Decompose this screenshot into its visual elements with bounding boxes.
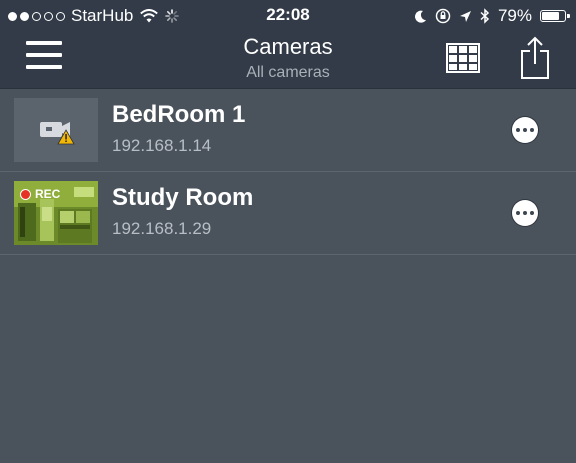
share-button[interactable] (519, 36, 551, 80)
camera-row[interactable]: BedRoom 1 192.168.1.14 (0, 89, 576, 172)
share-icon (521, 36, 549, 79)
grid-view-button[interactable] (446, 43, 480, 73)
location-icon (459, 10, 471, 22)
grid-icon (446, 43, 480, 73)
record-dot-icon (20, 188, 31, 200)
rec-text: REC (35, 187, 61, 201)
navigation-bar: Cameras All cameras (0, 30, 576, 89)
do-not-disturb-icon (414, 10, 426, 23)
battery-percentage: 79% (497, 6, 532, 25)
status-bar: StarHub 22:08 79% (0, 0, 576, 30)
more-options-button[interactable] (512, 117, 538, 143)
camera-list: BedRoom 1 192.168.1.14 REC Study Room 19… (0, 89, 576, 255)
rotation-lock-icon (435, 8, 451, 24)
camera-name: Study Room (112, 184, 254, 211)
page-subtitle: All cameras (246, 64, 330, 81)
battery-icon (540, 10, 570, 22)
ellipsis-icon (516, 128, 520, 132)
status-right: 79% (414, 6, 570, 26)
camera-row[interactable]: REC Study Room 192.168.1.29 (0, 172, 576, 255)
recording-indicator: REC (20, 187, 60, 201)
camera-thumbnail (14, 98, 98, 162)
camera-thumbnail: REC (14, 181, 98, 245)
ellipsis-icon (516, 211, 520, 215)
camera-ip: 192.168.1.29 (112, 219, 212, 238)
camera-name: BedRoom 1 (112, 101, 246, 128)
page-title: Cameras (243, 34, 333, 59)
camera-warning-icon (40, 122, 75, 145)
more-options-button[interactable] (512, 200, 538, 226)
bluetooth-icon (480, 8, 490, 24)
camera-ip: 192.168.1.14 (112, 136, 212, 155)
